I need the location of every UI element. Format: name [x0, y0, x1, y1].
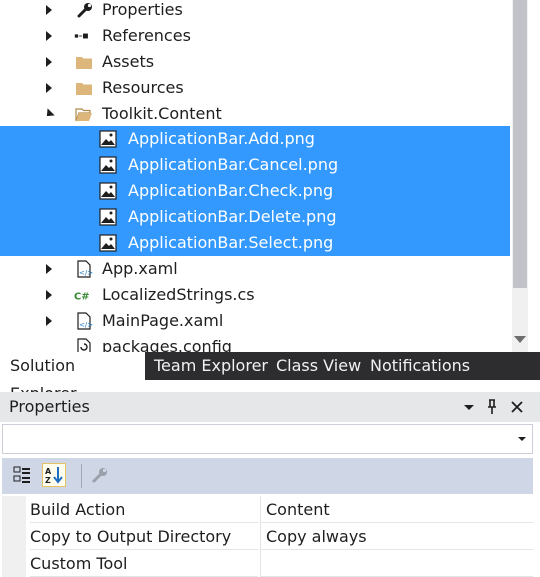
properties-header: Properties — [0, 392, 540, 422]
tree-item-resources[interactable]: Resources — [0, 75, 510, 101]
svg-text:C#: C# — [74, 292, 90, 303]
property-row[interactable]: Copy to Output Directory Copy always — [2, 523, 533, 550]
close-icon[interactable] — [508, 392, 526, 422]
image-file-icon — [99, 130, 117, 148]
property-name: Build Action — [30, 496, 258, 523]
expand-arrow-icon[interactable] — [42, 23, 56, 49]
pin-icon[interactable] — [484, 392, 500, 422]
tab-notifications[interactable]: Notifications — [370, 352, 470, 380]
tree-item-file[interactable]: ApplicationBar.Delete.png — [0, 204, 510, 230]
tree-item-label: ApplicationBar.Select.png — [128, 233, 334, 252]
tree-item-localizedstrings[interactable]: C# LocalizedStrings.cs — [0, 282, 510, 308]
tree-item-label: Assets — [102, 52, 155, 71]
toolbar-separator — [81, 464, 82, 488]
categorized-icon[interactable] — [10, 463, 34, 487]
property-name: Copy to Output Directory — [30, 523, 258, 550]
tree-item-label: Resources — [102, 78, 184, 97]
expand-arrow-icon[interactable] — [42, 308, 56, 334]
references-icon — [74, 33, 88, 39]
tree-item-references[interactable]: References — [0, 23, 510, 49]
tree-item-file[interactable]: ApplicationBar.Add.png — [0, 126, 510, 152]
tree-item-app-xaml[interactable]: </> App.xaml — [0, 256, 510, 282]
property-grid[interactable]: Build Action Content Copy to Output Dire… — [2, 496, 533, 577]
properties-toolbar: A Z — [2, 458, 533, 494]
tree-item-label: packages.config — [102, 337, 232, 352]
tree-item-label: MainPage.xaml — [102, 311, 224, 330]
tree-item-label: ApplicationBar.Add.png — [128, 129, 315, 148]
tree-item-label: Properties — [102, 0, 183, 19]
image-file-icon — [99, 234, 117, 252]
tree-item-label: References — [102, 26, 191, 45]
object-selector-combobox[interactable] — [2, 424, 533, 454]
tree-item-label: Toolkit.Content — [102, 104, 222, 123]
row-margin — [2, 550, 26, 577]
svg-text:</>: </> — [79, 321, 93, 329]
folder-icon — [76, 57, 92, 69]
tree-item-label: App.xaml — [102, 259, 178, 278]
tree-item-label: ApplicationBar.Delete.png — [128, 207, 337, 226]
expand-arrow-icon[interactable] — [42, 256, 56, 282]
image-file-icon — [99, 182, 117, 200]
tab-class-view[interactable]: Class View — [276, 352, 361, 380]
property-row[interactable]: Custom Tool — [2, 550, 533, 577]
folder-icon — [76, 83, 92, 95]
wrench-icon[interactable] — [88, 463, 112, 487]
solution-explorer-tree[interactable]: Properties References Assets Resources T… — [0, 0, 540, 352]
property-name: Custom Tool — [30, 550, 258, 577]
dropdown-icon[interactable] — [462, 392, 476, 422]
collapse-arrow-icon[interactable] — [42, 101, 56, 127]
csharp-file-icon: C# — [74, 292, 90, 303]
folder-open-icon — [75, 108, 92, 122]
explorer-tab-strip: Solution Explorer Team Explorer Class Vi… — [0, 352, 540, 403]
image-file-icon — [99, 208, 117, 226]
tab-team-explorer[interactable]: Team Explorer — [154, 352, 268, 380]
scroll-down-arrow-icon[interactable] — [514, 332, 526, 346]
tree-item-toolkit-content[interactable]: Toolkit.Content — [0, 101, 510, 127]
tab-solution-explorer[interactable]: Solution Explorer — [0, 352, 145, 403]
properties-title: Properties — [9, 397, 90, 416]
property-value[interactable]: Content — [260, 496, 533, 523]
property-value[interactable]: Copy always — [260, 523, 533, 550]
expand-arrow-icon[interactable] — [42, 49, 56, 75]
tree-item-properties[interactable]: Properties — [0, 0, 510, 23]
expand-arrow-icon[interactable] — [42, 0, 56, 23]
row-margin — [2, 523, 26, 550]
tree-item-mainpage-xaml[interactable]: </> MainPage.xaml — [0, 308, 510, 334]
tree-item-packages-config[interactable]: packages.config — [0, 334, 510, 352]
tree-item-label: LocalizedStrings.cs — [102, 285, 255, 304]
property-value[interactable] — [260, 550, 533, 577]
xaml-file-icon: </> — [77, 312, 93, 330]
row-margin — [2, 496, 26, 523]
image-file-icon — [99, 156, 117, 174]
svg-text:</>: </> — [79, 269, 93, 277]
tree-item-label: ApplicationBar.Cancel.png — [128, 155, 339, 174]
tree-item-file[interactable]: ApplicationBar.Cancel.png — [0, 152, 510, 178]
property-row[interactable]: Build Action Content — [2, 496, 533, 523]
chevron-down-icon[interactable] — [518, 437, 526, 441]
expand-arrow-icon[interactable] — [42, 75, 56, 101]
svg-text:A: A — [45, 467, 52, 476]
scrollbar-thumb[interactable] — [513, 0, 527, 288]
tree-item-assets[interactable]: Assets — [0, 49, 510, 75]
svg-text:Z: Z — [45, 476, 51, 485]
xaml-file-icon: </> — [77, 260, 93, 278]
expand-arrow-icon[interactable] — [42, 282, 56, 308]
alphabetical-icon[interactable]: A Z — [42, 463, 66, 487]
wrench-icon — [77, 3, 92, 18]
tree-item-file[interactable]: ApplicationBar.Select.png — [0, 230, 510, 256]
tree-item-file[interactable]: ApplicationBar.Check.png — [0, 178, 510, 204]
tree-item-label: ApplicationBar.Check.png — [128, 181, 334, 200]
config-file-icon — [77, 338, 91, 352]
